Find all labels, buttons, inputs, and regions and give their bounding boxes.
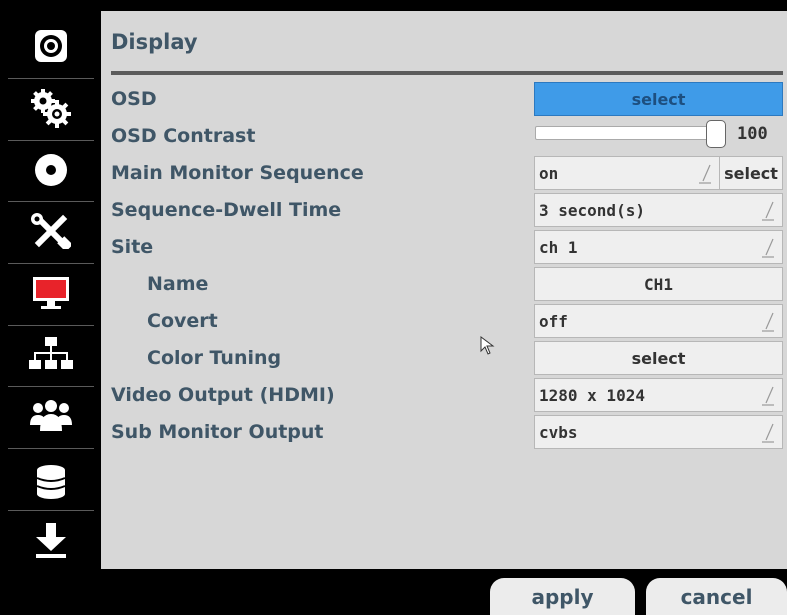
osd-contrast-value: 100 <box>737 124 768 144</box>
label-name: Name <box>147 273 209 295</box>
osd-select-button[interactable]: select <box>534 82 783 116</box>
dropdown-arrow-icon <box>762 201 774 221</box>
sub-monitor-output-dropdown[interactable]: cvbs <box>534 415 783 449</box>
title-divider <box>111 71 783 75</box>
sidebar-item-users[interactable] <box>0 386 101 446</box>
label-covert: Covert <box>147 310 218 332</box>
gears-icon <box>30 89 71 128</box>
color-tuning-select-button[interactable]: select <box>534 341 783 375</box>
main-monitor-sequence-value: on <box>539 163 559 183</box>
video-output-hdmi-dropdown[interactable]: 1280 x 1024 <box>534 378 783 412</box>
osd-contrast-slider[interactable] <box>535 126 715 140</box>
page-title: Display <box>111 30 198 54</box>
monitor-icon <box>32 277 69 309</box>
sidebar-item-settings[interactable] <box>0 78 101 138</box>
site-value: ch 1 <box>539 237 578 257</box>
label-osd: OSD <box>111 88 157 110</box>
osd-contrast-slider-handle[interactable] <box>706 120 726 148</box>
covert-dropdown[interactable]: off <box>534 304 783 338</box>
dropdown-arrow-icon <box>699 164 711 184</box>
sidebar-item-storage[interactable] <box>0 140 101 200</box>
network-icon <box>28 337 73 369</box>
apply-button[interactable]: apply <box>490 578 635 615</box>
cancel-button[interactable]: cancel <box>646 578 787 615</box>
disc-icon <box>34 154 67 186</box>
sidebar-item-camera[interactable] <box>0 16 101 76</box>
sidebar <box>0 0 101 615</box>
label-sub-monitor-output: Sub Monitor Output <box>111 421 324 443</box>
covert-value: off <box>539 311 568 331</box>
main-monitor-sequence-dropdown[interactable]: on <box>534 156 720 190</box>
sidebar-item-tools[interactable] <box>0 201 101 261</box>
sub-monitor-output-value: cvbs <box>539 422 578 442</box>
sequence-dwell-time-dropdown[interactable]: 3 second(s) <box>534 193 783 227</box>
dropdown-arrow-icon <box>762 312 774 332</box>
sequence-dwell-time-value: 3 second(s) <box>539 200 645 220</box>
main-monitor-sequence-select-button[interactable]: select <box>719 156 783 190</box>
video-output-hdmi-value: 1280 x 1024 <box>539 385 645 405</box>
sidebar-item-display[interactable] <box>0 263 101 323</box>
label-color-tuning: Color Tuning <box>147 347 282 369</box>
label-main-monitor-sequence: Main Monitor Sequence <box>111 162 364 184</box>
site-dropdown[interactable]: ch 1 <box>534 230 783 264</box>
label-osd-contrast: OSD Contrast <box>111 125 256 147</box>
database-icon <box>36 465 65 499</box>
sidebar-item-database[interactable] <box>0 452 101 512</box>
camera-icon <box>34 30 67 62</box>
dropdown-arrow-icon <box>762 423 774 443</box>
name-field[interactable]: CH1 <box>534 267 783 301</box>
download-icon <box>35 523 66 558</box>
label-sequence-dwell-time: Sequence-Dwell Time <box>111 199 342 221</box>
mouse-cursor-icon <box>480 336 495 355</box>
dropdown-arrow-icon <box>762 386 774 406</box>
sidebar-item-download[interactable] <box>0 510 101 570</box>
sidebar-item-network[interactable] <box>0 325 101 385</box>
users-icon <box>29 400 72 431</box>
label-site: Site <box>111 236 154 258</box>
dropdown-arrow-icon <box>762 238 774 258</box>
tools-icon <box>30 213 71 249</box>
label-video-output-hdmi: Video Output (HDMI) <box>111 384 335 406</box>
